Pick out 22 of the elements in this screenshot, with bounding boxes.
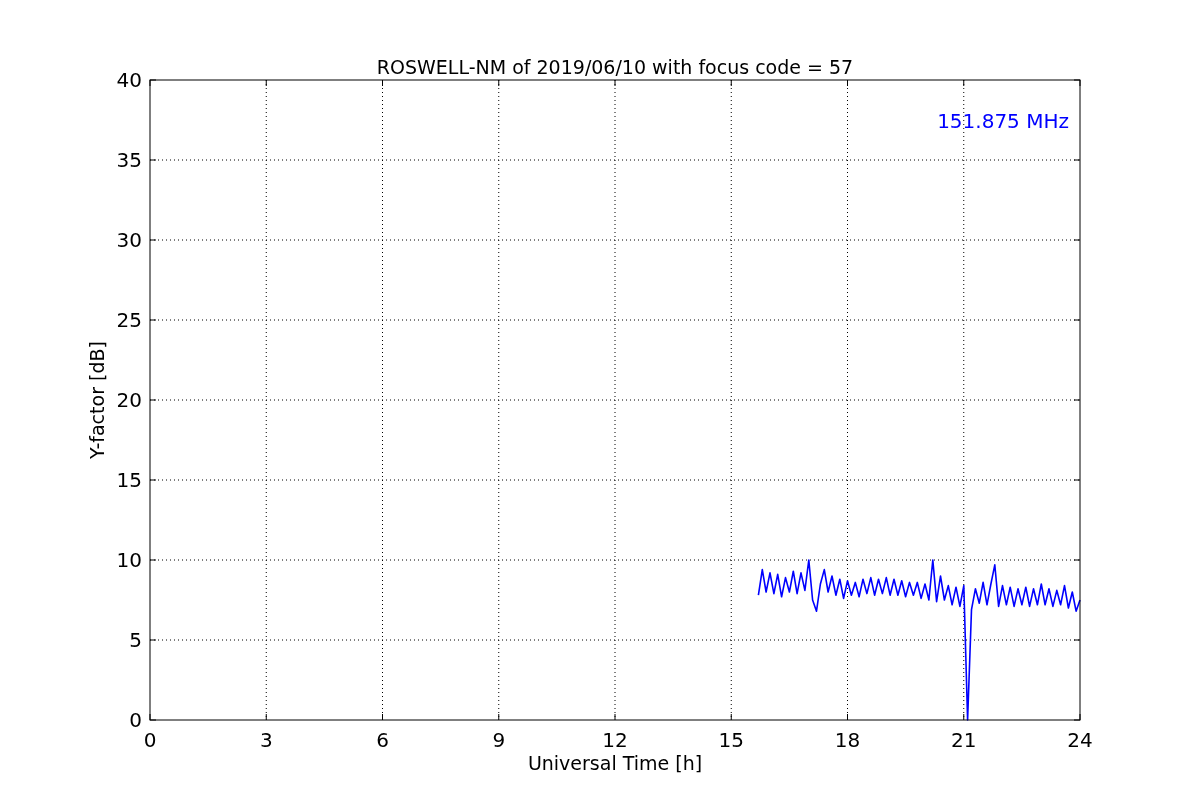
y-tick-label: 10 (116, 548, 142, 572)
frequency-label: 151.875 MHz (937, 109, 1069, 133)
y-tick-label: 40 (116, 68, 142, 92)
y-tick-label: 20 (116, 388, 142, 412)
x-tick-label: 9 (492, 728, 506, 752)
x-tick-label: 0 (143, 728, 157, 752)
y-tick-label: 30 (116, 228, 142, 252)
y-tick-label: 15 (116, 468, 142, 492)
x-tick-label: 3 (259, 728, 273, 752)
x-tick-label: 18 (834, 728, 861, 752)
x-tick-label: 6 (376, 728, 389, 752)
y-tick-label: 25 (116, 308, 142, 332)
chart-title: ROSWELL-NM of 2019/06/10 with focus code = 57 (376, 56, 854, 78)
y-tick-label: 35 (116, 148, 142, 172)
x-tick-label: 21 (951, 728, 977, 752)
x-axis-label: Universal Time [h] (527, 752, 703, 774)
x-tick-label: 24 (1067, 728, 1093, 752)
x-tick-label: 12 (602, 728, 628, 752)
x-tick-label: 15 (718, 728, 744, 752)
y-axis-label: Y-factor [dB] (86, 341, 108, 459)
y-tick-label: 5 (129, 628, 142, 652)
y-tick-label: 0 (129, 708, 142, 732)
